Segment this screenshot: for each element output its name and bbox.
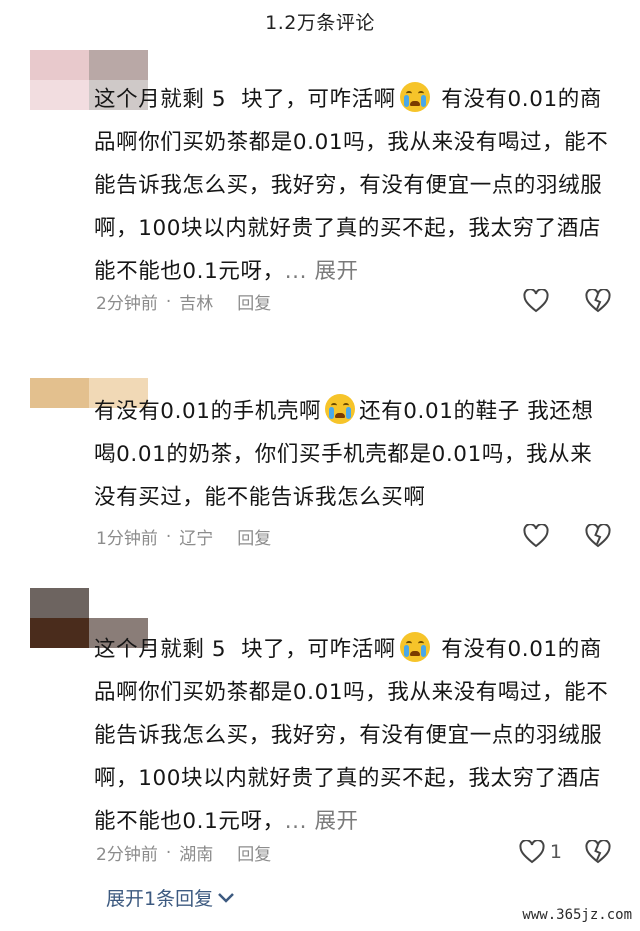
comment-meta: 2分钟前 · 湖南 回复 [96,840,271,866]
like-button[interactable] [518,838,546,866]
separator-dot: · [165,842,172,863]
comment-text: 这个月就剩 5 块了，可咋活啊 有没有0.01的商品啊你们买奶茶都是0.01吗，… [94,628,614,843]
reply-button[interactable]: 回复 [237,524,271,549]
comment-time: 2分钟前 [96,294,158,314]
heart-icon [519,840,545,864]
comment-text: 这个月就剩 5 块了，可咋活啊 有没有0.01的商品啊你们买奶茶都是0.01吗，… [94,78,614,293]
chevron-down-icon [218,892,234,903]
heart-icon [523,289,549,313]
reply-button[interactable]: 回复 [237,840,271,865]
separator-dot: · [165,291,172,312]
expand-replies-button[interactable]: 展开1条回复 [106,884,235,911]
comment-location: 湖南 [179,845,214,865]
comment-time: 2分钟前 [96,845,158,865]
comment-count-title: 1.2万条评论 [265,12,375,34]
comment-location: 吉林 [179,294,214,314]
comment-actions [522,287,612,315]
expand-replies-label: 展开1条回复 [106,888,214,910]
reply-button[interactable]: 回复 [237,289,271,314]
broken-heart-icon [585,524,611,548]
expand-text-link[interactable]: ... 展开 [285,809,359,834]
separator-dot: · [165,526,172,547]
comment-actions: 1 [518,838,612,866]
broken-heart-icon [585,840,611,864]
expand-text-link[interactable]: ... 展开 [285,259,359,284]
crying-face-icon [325,394,356,424]
comment-meta: 1分钟前 · 辽宁 回复 [96,524,271,550]
comment-meta: 2分钟前 · 吉林 回复 [96,289,271,315]
comment-actions [522,522,612,550]
crying-face-icon [399,82,430,112]
comment-text: 有没有0.01的手机壳啊 还有0.01的鞋子 我还想喝0.01的奶茶，你们买手机壳… [94,390,614,519]
watermark: www.365jz.com [522,907,632,923]
like-count: 1 [549,841,562,863]
dislike-button[interactable] [584,287,612,315]
comment-time: 1分钟前 [96,529,158,549]
broken-heart-icon [585,289,611,313]
heart-icon [523,524,549,548]
dislike-button[interactable] [584,522,612,550]
like-button[interactable] [522,287,550,315]
comment-location: 辽宁 [179,529,214,549]
crying-face-icon [399,632,430,662]
like-button[interactable] [522,522,550,550]
dislike-button[interactable] [584,838,612,866]
